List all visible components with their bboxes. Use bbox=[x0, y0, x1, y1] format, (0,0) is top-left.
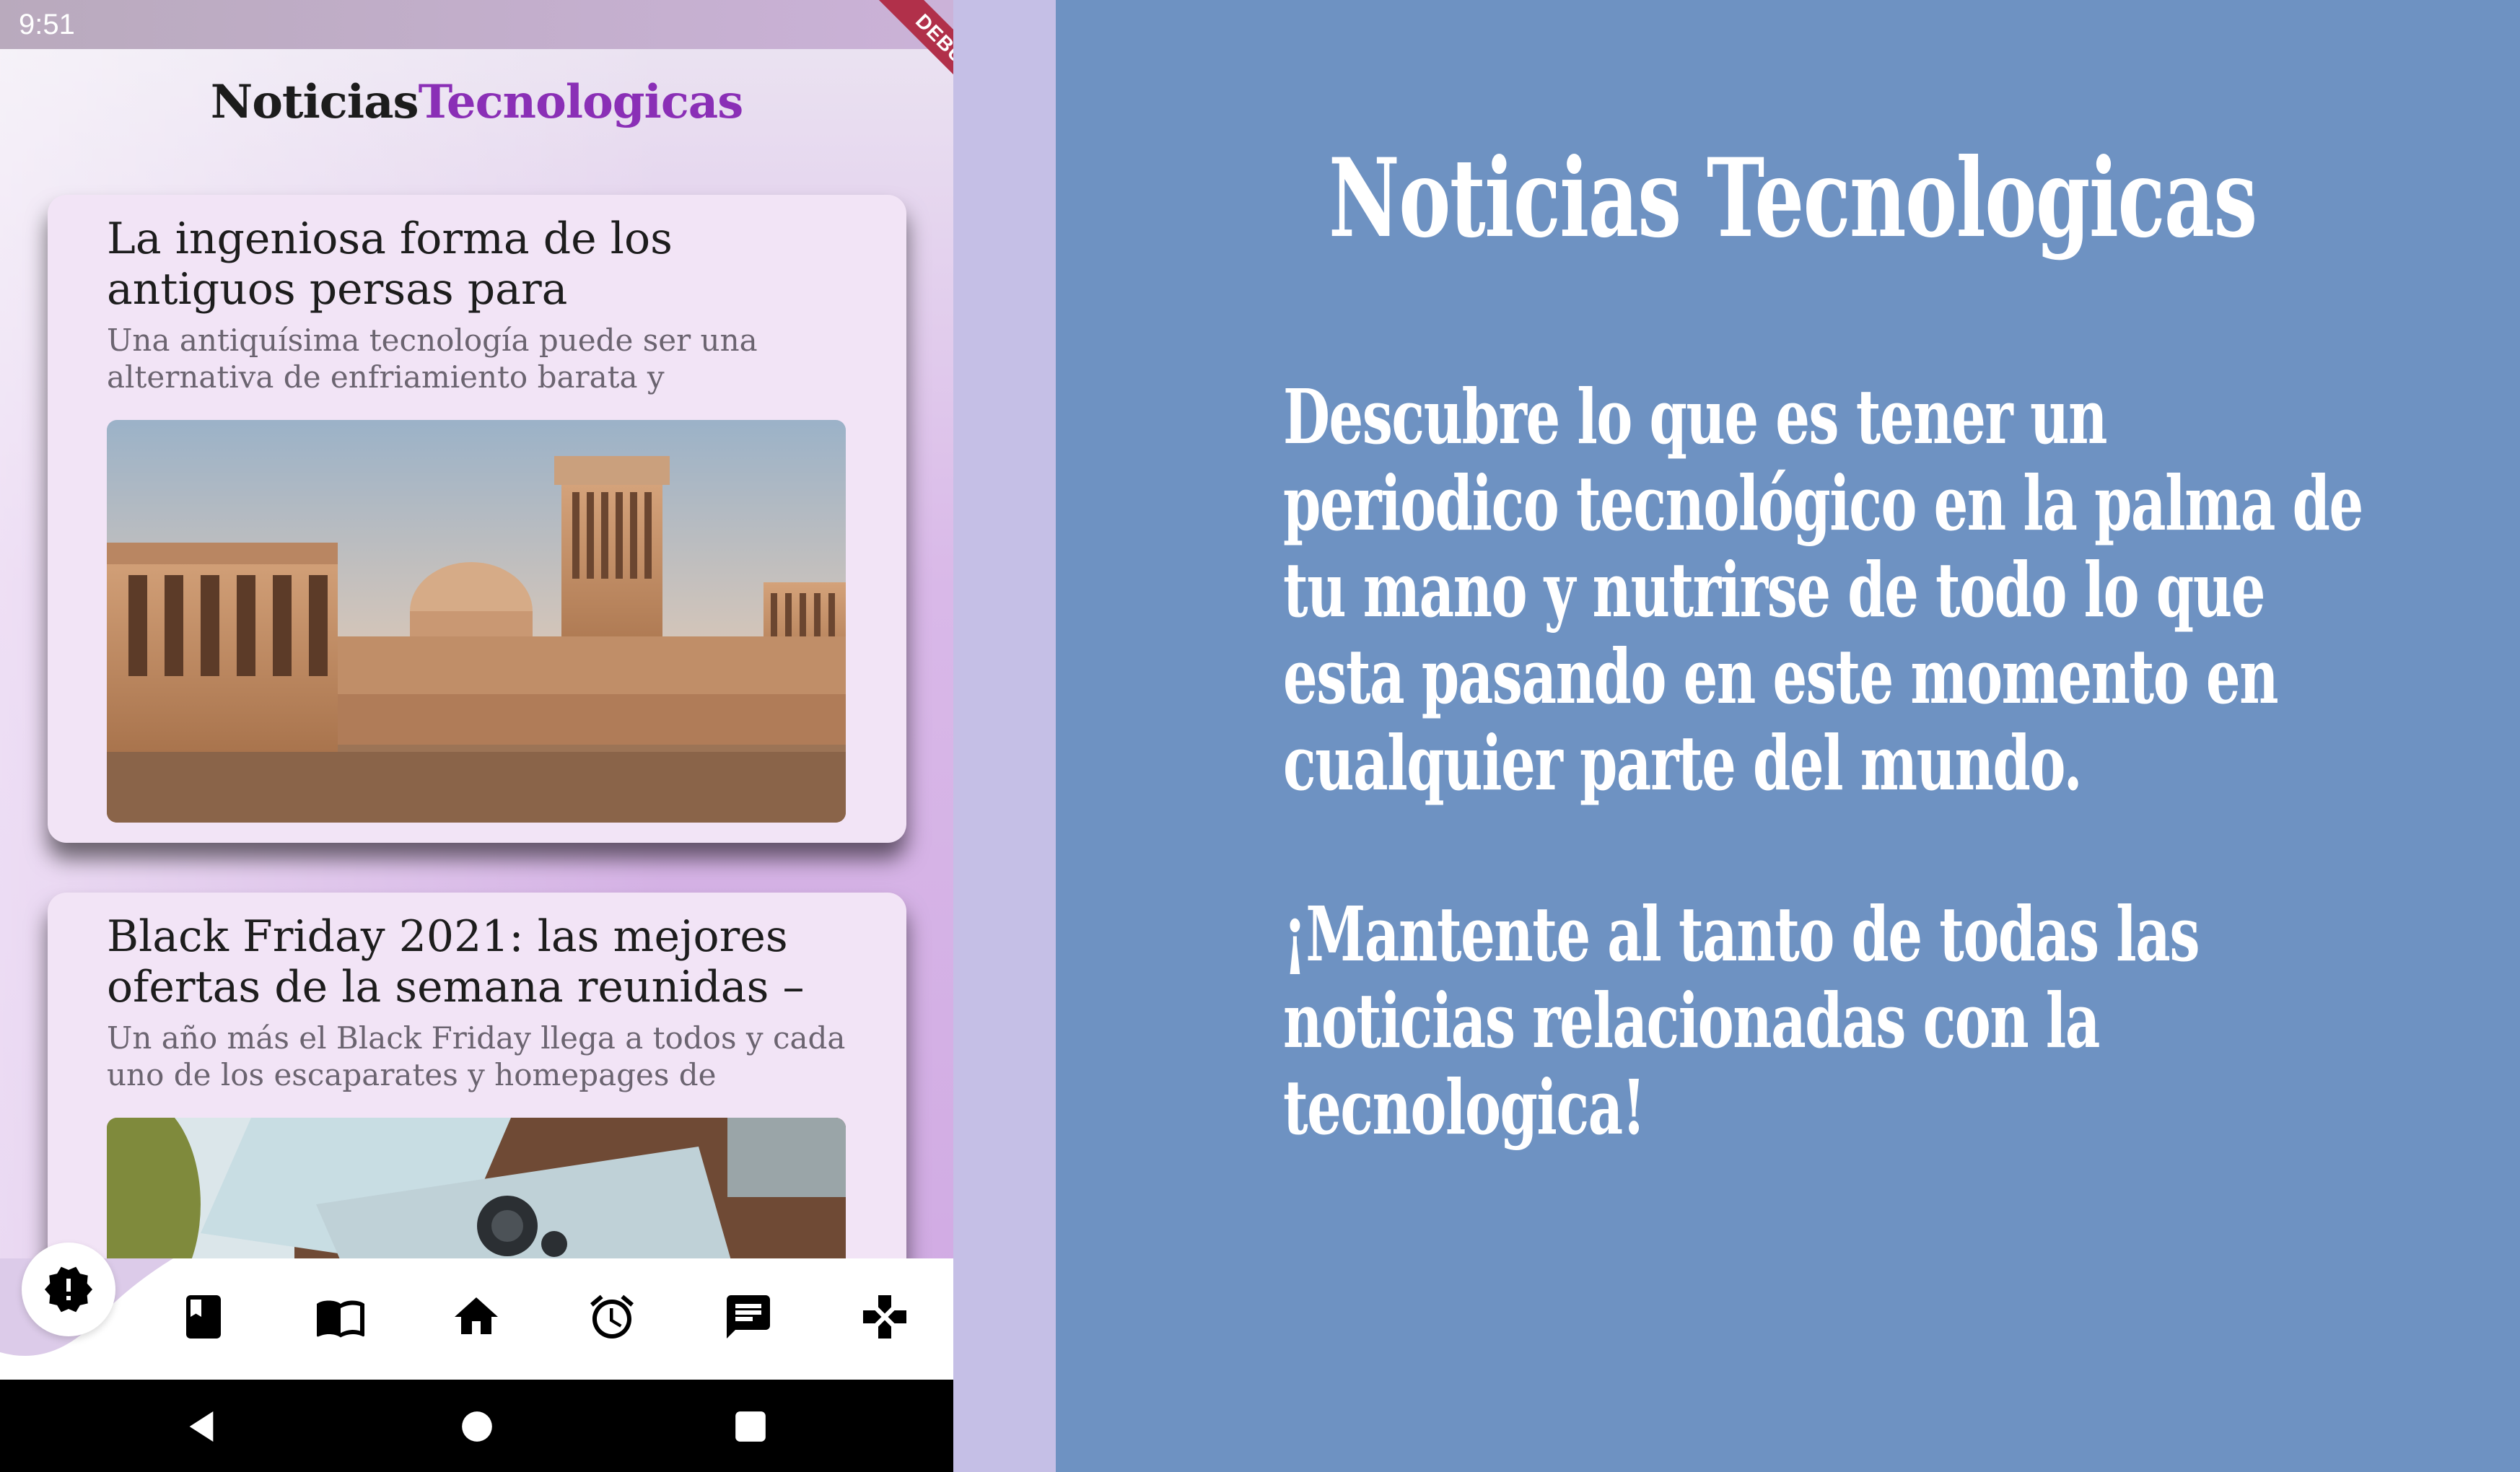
nav-item-alarm[interactable] bbox=[572, 1277, 652, 1357]
app-title-part2: Tecnologicas bbox=[418, 75, 744, 129]
chat-icon bbox=[727, 1295, 770, 1339]
news-card-image bbox=[107, 420, 846, 823]
nav-item-bookmark[interactable] bbox=[164, 1277, 243, 1357]
back-button[interactable] bbox=[176, 1401, 227, 1452]
menu-book-icon bbox=[317, 1300, 364, 1338]
news-card-title: Black Friday 2021: las mejores ofertas d… bbox=[107, 911, 805, 1012]
nav-item-chat[interactable] bbox=[709, 1277, 788, 1357]
news-card-title: La ingeniosa forma de los antiguos persa… bbox=[107, 214, 673, 315]
new-releases-icon bbox=[45, 1266, 92, 1313]
app-title: NoticiasTecnologicas bbox=[0, 75, 953, 129]
status-time: 9:51 bbox=[19, 9, 75, 40]
app-title-part1: Noticias bbox=[210, 75, 419, 129]
nav-item-home[interactable] bbox=[437, 1277, 516, 1357]
promo-cta: ¡Mantente al tanto de todas las noticias… bbox=[1283, 890, 2200, 1152]
news-card-description: Un año más el Black Friday llega a todos… bbox=[107, 1020, 846, 1092]
nav-item-menu-book[interactable] bbox=[301, 1277, 380, 1357]
news-card[interactable]: La ingeniosa forma de los antiguos persa… bbox=[48, 195, 906, 843]
alarm-icon bbox=[590, 1294, 634, 1339]
promo-panel: Noticias Tecnologicas Descubre lo que es… bbox=[1056, 0, 2520, 1472]
nav-item-gamepad[interactable] bbox=[845, 1277, 924, 1357]
gamepad-icon bbox=[863, 1295, 906, 1339]
promo-title: Noticias Tecnologicas bbox=[1329, 135, 2257, 262]
recents-button[interactable] bbox=[725, 1401, 776, 1452]
phone-screen: 9:51 DEBUG NoticiasTecnologicas La ingen… bbox=[0, 0, 953, 1472]
home-icon bbox=[455, 1297, 498, 1334]
back-icon bbox=[189, 1411, 214, 1442]
bookmark-icon bbox=[186, 1295, 221, 1339]
home-system-button[interactable] bbox=[452, 1401, 502, 1452]
side-strip bbox=[953, 0, 1056, 1472]
nav-item-new-releases[interactable] bbox=[22, 1243, 115, 1336]
square-recents-icon bbox=[735, 1411, 766, 1442]
news-card-description: Una antiquísima tecnología puede ser una… bbox=[107, 323, 758, 395]
circle-home-icon bbox=[462, 1411, 492, 1442]
promo-body: Descubre lo que es tener un periodico te… bbox=[1283, 372, 2363, 807]
